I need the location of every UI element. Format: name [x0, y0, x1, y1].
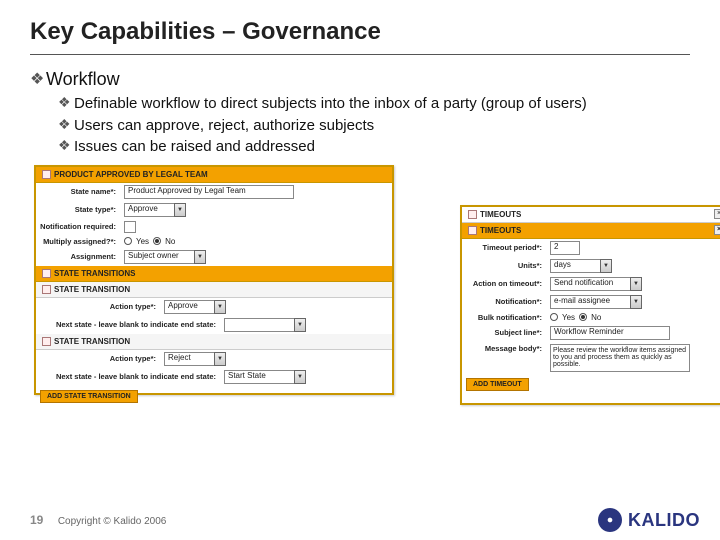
bullet-sub: ❖ Issues can be raised and addressed: [58, 137, 690, 157]
collapse-icon: [42, 285, 51, 294]
assignment-select[interactable]: Subject owner▼: [124, 250, 206, 264]
chevron-down-icon: ▼: [630, 277, 642, 291]
chevron-down-icon: ▼: [174, 203, 186, 217]
radio-no-label: No: [591, 313, 601, 322]
bullet-main-label: Workflow: [46, 69, 120, 90]
timeouts-outer-header: TIMEOUTS: [462, 207, 720, 223]
chevron-down-icon: ▼: [214, 352, 226, 366]
radio-no[interactable]: [153, 237, 161, 245]
next-state-select[interactable]: Start State▼: [224, 370, 306, 384]
message-body-textarea[interactable]: Please review the workflow items assigne…: [550, 344, 690, 372]
add-timeout-button[interactable]: ADD TIMEOUT: [466, 378, 529, 391]
multiply-assigned-label: Multiply assigned?*:: [36, 237, 120, 246]
bullet-sub-label: Definable workflow to direct subjects in…: [74, 94, 587, 114]
state-name-input[interactable]: Product Approved by Legal Team: [124, 185, 294, 199]
next-state-select[interactable]: ▼: [224, 318, 306, 332]
slide-title: Key Capabilities – Governance: [30, 18, 690, 55]
close-icon[interactable]: ×: [714, 209, 720, 219]
screenshot-panels: PRODUCT APPROVED BY LEGAL TEAM State nam…: [30, 165, 690, 425]
bulk-notification-label: Bulk notification*:: [462, 313, 546, 322]
chevron-down-icon: ▼: [214, 300, 226, 314]
radio-yes[interactable]: [550, 313, 558, 321]
diamond-bullet-icon: ❖: [30, 69, 46, 89]
diamond-bullet-icon: ❖: [58, 137, 74, 154]
panel-header-text: PRODUCT APPROVED BY LEGAL TEAM: [54, 170, 208, 179]
notification-select[interactable]: e-mail assignee▼: [550, 295, 642, 309]
panel-header: PRODUCT APPROVED BY LEGAL TEAM: [36, 167, 392, 183]
close-icon[interactable]: ×: [714, 225, 720, 235]
notification-label: Notification*:: [462, 297, 546, 306]
diamond-bullet-icon: ❖: [58, 116, 74, 133]
radio-yes-label: Yes: [562, 313, 575, 322]
next-state-label: Next state - leave blank to indicate end…: [36, 320, 220, 329]
timeout-period-input[interactable]: 2: [550, 241, 580, 255]
chevron-down-icon: ▼: [194, 250, 206, 264]
state-transitions-header: STATE TRANSITIONS: [36, 266, 392, 282]
radio-no-label: No: [165, 237, 175, 246]
assignment-label: Assignment:: [36, 252, 120, 261]
next-state-label: Next state - leave blank to indicate end…: [36, 372, 220, 381]
radio-yes[interactable]: [124, 237, 132, 245]
diamond-bullet-icon: ❖: [58, 94, 74, 111]
action-on-timeout-select[interactable]: Send notification▼: [550, 277, 642, 291]
subject-line-label: Subject line*:: [462, 328, 546, 337]
chevron-down-icon: ▼: [294, 318, 306, 332]
state-name-label: State name*:: [36, 187, 120, 196]
notification-required-label: Notification required:: [36, 222, 120, 231]
panel-timeouts: × TIMEOUTS TIMEOUTS × Timeout period*: 2…: [460, 205, 720, 405]
bullet-sub: ❖ Definable workflow to direct subjects …: [58, 94, 690, 114]
radio-no[interactable]: [579, 313, 587, 321]
timeouts-header: TIMEOUTS ×: [462, 223, 720, 239]
logo-icon: [598, 508, 622, 532]
chevron-down-icon: ▼: [600, 259, 612, 273]
action-type-select[interactable]: Approve▼: [164, 300, 226, 314]
timeout-period-label: Timeout period*:: [462, 243, 546, 252]
panel-workflow-state: PRODUCT APPROVED BY LEGAL TEAM State nam…: [34, 165, 394, 395]
collapse-icon: [42, 170, 51, 179]
add-state-transition-button[interactable]: ADD STATE TRANSITION: [40, 390, 138, 403]
units-label: Units*:: [462, 261, 546, 270]
action-type-label: Action type*:: [36, 354, 160, 363]
chevron-down-icon: ▼: [294, 370, 306, 384]
collapse-icon: [42, 269, 51, 278]
action-type-select[interactable]: Reject▼: [164, 352, 226, 366]
slide-footer: 19 Copyright © Kalido 2006 KALIDO: [30, 508, 700, 532]
collapse-icon: [468, 226, 477, 235]
brand-logo: KALIDO: [598, 508, 700, 532]
state-transition-header: STATE TRANSITION: [36, 282, 392, 298]
copyright-text: Copyright © Kalido 2006: [58, 516, 167, 527]
logo-text: KALIDO: [628, 510, 700, 531]
bullet-sub-label: Issues can be raised and addressed: [74, 137, 315, 157]
subject-line-input[interactable]: Workflow Reminder: [550, 326, 670, 340]
radio-yes-label: Yes: [136, 237, 149, 246]
bullet-main: ❖ Workflow: [30, 69, 690, 90]
state-type-label: State type*:: [36, 205, 120, 214]
bullet-sub: ❖ Users can approve, reject, authorize s…: [58, 116, 690, 136]
page-number: 19: [30, 513, 43, 527]
state-type-select[interactable]: Approve▼: [124, 203, 186, 217]
units-select[interactable]: days▼: [550, 259, 612, 273]
action-type-label: Action type*:: [36, 302, 160, 311]
collapse-icon: [468, 210, 477, 219]
action-on-timeout-label: Action on timeout*:: [462, 279, 546, 288]
bullet-sub-label: Users can approve, reject, authorize sub…: [74, 116, 374, 136]
chevron-down-icon: ▼: [630, 295, 642, 309]
collapse-icon: [42, 337, 51, 346]
notification-checkbox[interactable]: [124, 221, 136, 233]
state-transition-header: STATE TRANSITION: [36, 334, 392, 350]
message-body-label: Message body*:: [462, 344, 546, 353]
